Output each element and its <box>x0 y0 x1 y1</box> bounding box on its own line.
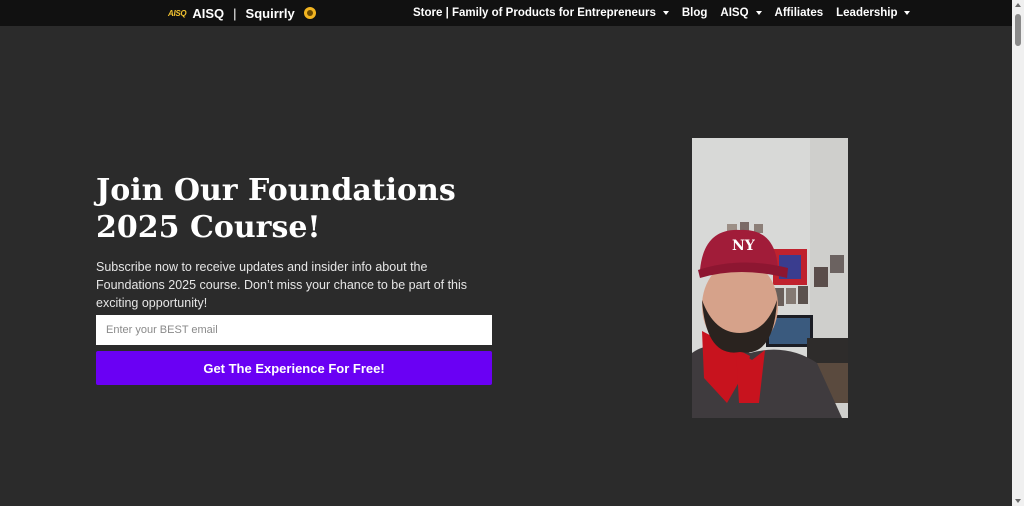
svg-text:NY: NY <box>732 238 756 254</box>
chevron-down-icon <box>662 11 669 15</box>
nav-item-label: Blog <box>681 7 708 19</box>
nav-item-label: Leadership <box>836 7 898 19</box>
brand-area: AISQ AISQ | Squirrly <box>168 0 316 26</box>
nav-item-aisq[interactable]: AISQ <box>720 7 762 19</box>
aisq-logo-icon[interactable]: AISQ <box>168 9 187 18</box>
page-title: Join Our Foundations 2025 Course! <box>96 173 456 245</box>
main-nav: Store | Family of Products for Entrepren… <box>413 0 923 26</box>
chevron-down-icon <box>904 11 911 15</box>
scroll-up-arrow-icon[interactable] <box>1015 3 1021 7</box>
presenter-video-frame: NY <box>692 138 848 418</box>
get-experience-button[interactable]: Get The Experience For Free! <box>96 351 492 385</box>
nav-item-label: Store | Family of Products for Entrepren… <box>413 7 656 19</box>
nav-item-label: AISQ <box>720 7 749 19</box>
nav-item-leadership[interactable]: Leadership <box>836 7 911 19</box>
presenter-video[interactable]: NY <box>692 138 848 418</box>
squirrly-logo-icon[interactable] <box>303 7 316 19</box>
scrollbar-thumb[interactable] <box>1015 14 1021 46</box>
page-scrollbar[interactable] <box>1012 0 1024 506</box>
brand-separator: | <box>233 5 237 21</box>
scroll-down-arrow-icon[interactable] <box>1015 499 1021 503</box>
chevron-down-icon <box>755 11 762 15</box>
nav-item-label: Affiliates <box>774 7 824 19</box>
nav-item-affiliates[interactable]: Affiliates <box>775 7 824 19</box>
nav-item-store[interactable]: Store | Family of Products for Entrepren… <box>413 7 669 19</box>
hero-subtitle: Subscribe now to receive updates and ins… <box>96 260 468 310</box>
brand-aisq-link[interactable]: AISQ <box>192 6 224 21</box>
brand-squirrly-link[interactable]: Squirrly <box>246 6 295 21</box>
nav-item-blog[interactable]: Blog <box>682 7 708 19</box>
email-field[interactable] <box>96 315 492 345</box>
top-navigation-bar: AISQ AISQ | Squirrly Store | Family of P… <box>0 0 1012 26</box>
